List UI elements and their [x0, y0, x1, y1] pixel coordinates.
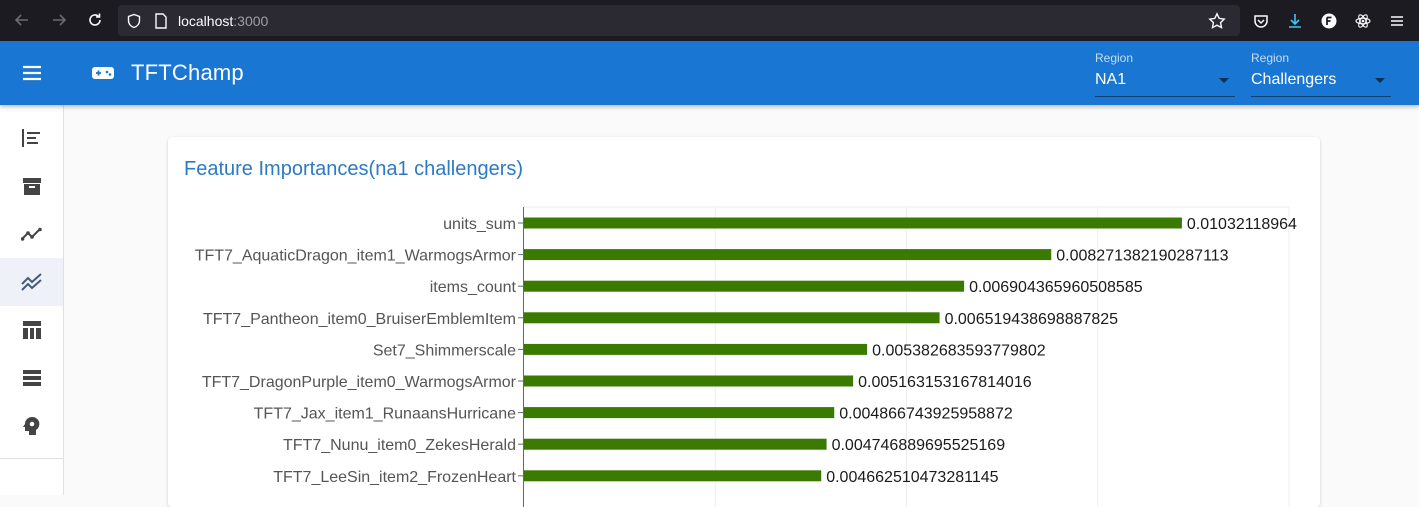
y-tick-label: TFT7_Pantheon_item0_BruiserEmblemItem	[203, 311, 516, 328]
back-button[interactable]	[4, 2, 40, 38]
bar-data-label: 0.004746889695525169	[832, 437, 1006, 454]
y-tick-label: TFT7_LeeSin_item2_FrozenHeart	[273, 469, 516, 486]
tier-select-value: Challengers	[1251, 71, 1337, 88]
bookmark-star-icon[interactable]	[1208, 12, 1226, 30]
menu-icon	[23, 65, 41, 81]
bar[interactable]	[524, 343, 868, 355]
url-text[interactable]: localhost:3000	[178, 13, 268, 29]
region-select-value: NA1	[1095, 71, 1127, 88]
app-title: TFTChamp	[131, 60, 244, 85]
feature-importance-card: Feature Importances(na1 challengers) uni…	[168, 137, 1320, 507]
arrow-right-icon	[53, 14, 67, 26]
bar-data-label: 0.004662510473281145	[826, 469, 998, 486]
sidebar	[0, 105, 64, 495]
react-icon	[1355, 13, 1371, 28]
dropdown-arrow-icon	[1219, 78, 1229, 83]
bar[interactable]	[524, 438, 827, 450]
sidebar-item-psychology[interactable]	[0, 402, 63, 450]
account-button[interactable]	[1312, 4, 1346, 38]
y-tick-label: units_sum	[443, 216, 516, 233]
app-bar: TFTChamp Region NA1 Region Challengers	[0, 41, 1419, 105]
react-devtools-button[interactable]	[1346, 4, 1380, 38]
downloads-button[interactable]	[1278, 4, 1312, 38]
pocket-icon	[1254, 14, 1268, 28]
drawer-menu-button[interactable]	[12, 53, 52, 93]
bar-data-label: 0.004866743925958872	[839, 406, 1013, 423]
browser-menu-button[interactable]	[1380, 4, 1414, 38]
tier-select[interactable]: Region Challengers	[1251, 49, 1391, 97]
y-tick-label: Set7_Shimmerscale	[373, 342, 516, 359]
region-select[interactable]: Region NA1	[1095, 49, 1235, 97]
trending-line-icon	[20, 227, 42, 241]
sidebar-item-list[interactable]	[0, 354, 63, 402]
account-f-icon	[1321, 13, 1337, 28]
table-icon	[22, 321, 41, 339]
y-tick-label: TFT7_AquaticDragon_item1_WarmogsArmor	[195, 248, 517, 265]
card-title: Feature Importances(na1 challengers)	[184, 158, 524, 180]
sidebar-item-align-left[interactable]	[0, 114, 63, 162]
reload-button[interactable]	[77, 2, 113, 38]
bar-data-label: 0.006904365960508585	[969, 279, 1143, 296]
y-tick-label: TFT7_Jax_item1_RunaansHurricane	[254, 406, 516, 423]
tier-select-label: Region	[1251, 51, 1290, 65]
region-select-label: Region	[1095, 51, 1134, 65]
y-tick-label: items_count	[430, 279, 517, 296]
address-bar[interactable]: localhost:3000	[118, 5, 1240, 36]
sidebar-item-table[interactable]	[0, 306, 63, 354]
y-tick-label: TFT7_DragonPurple_item0_WarmogsArmor	[202, 374, 517, 391]
bar[interactable]	[524, 249, 1052, 261]
dropdown-arrow-icon	[1375, 78, 1385, 83]
browser-toolbar: localhost:3000	[0, 0, 1419, 41]
gamepad-icon	[92, 67, 114, 79]
page-icon	[155, 12, 167, 29]
sidebar-item-archive[interactable]	[0, 162, 63, 210]
hamburger-icon	[1391, 15, 1403, 26]
bar[interactable]	[524, 470, 822, 482]
bar[interactable]	[524, 375, 854, 387]
bar-data-label: 0.005163153167814016	[858, 374, 1032, 391]
bar-data-label: 0.008271382190287113	[1056, 248, 1228, 265]
list-icon	[22, 370, 41, 386]
forward-button[interactable]	[41, 2, 77, 38]
bar-data-label: 0.005382683593779802	[872, 342, 1046, 359]
bar[interactable]	[524, 217, 1182, 229]
sidebar-item-multiline[interactable]	[0, 258, 63, 306]
bar[interactable]	[524, 280, 965, 292]
reload-icon	[89, 13, 101, 26]
feature-importance-chart: units_sum 0.01032118964 TFT7_AquaticDragon…	[168, 197, 1320, 507]
align-left-icon	[21, 129, 40, 147]
bar-data-label: 0.006519438698887825	[945, 311, 1119, 328]
bar-data-label: 0.01032118964	[1187, 216, 1297, 233]
bar[interactable]	[524, 312, 940, 324]
pocket-button[interactable]	[1244, 4, 1278, 38]
chart-svg: units_sum 0.01032118964 TFT7_AquaticDragon…	[195, 206, 1297, 507]
y-tick-label: TFT7_Nunu_item0_ZekesHerald	[283, 437, 516, 454]
bar[interactable]	[524, 407, 835, 419]
sidebar-item-trending[interactable]	[0, 210, 63, 258]
multiline-chart-icon	[20, 273, 42, 291]
psychology-icon	[22, 416, 39, 435]
arrow-left-icon	[14, 14, 28, 26]
download-icon	[1289, 13, 1301, 28]
archive-icon	[22, 178, 41, 195]
shield-icon[interactable]	[126, 13, 142, 29]
